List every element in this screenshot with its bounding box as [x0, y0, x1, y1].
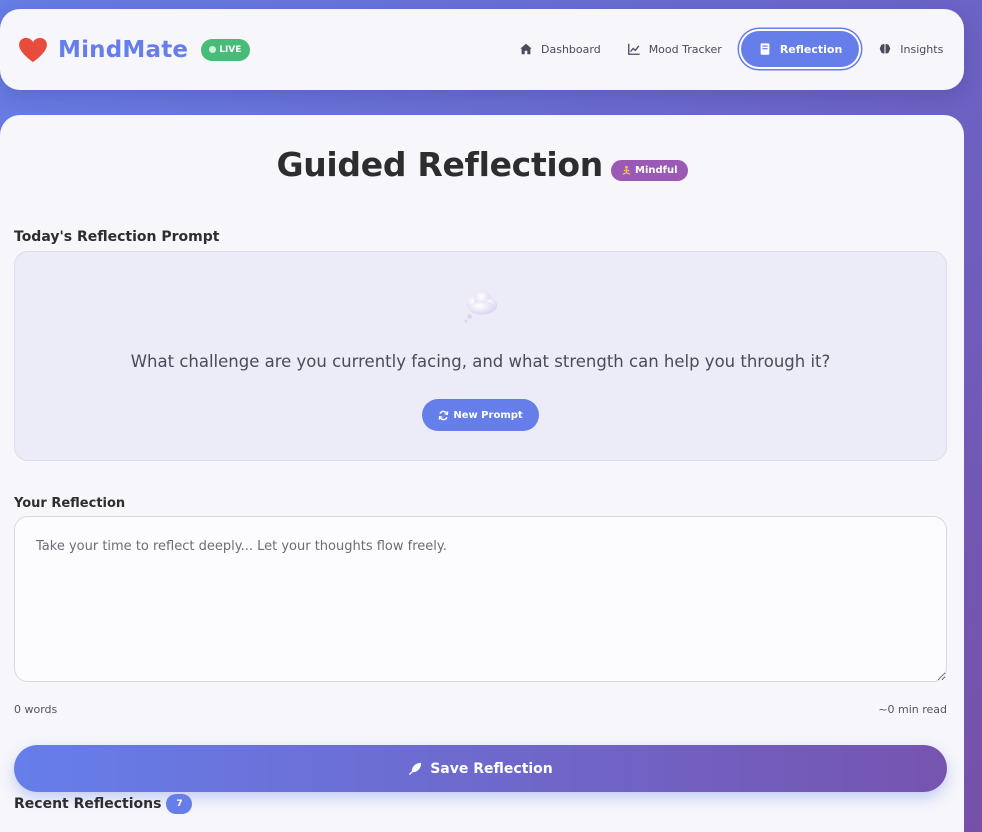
- brand-name: MindMate: [58, 36, 189, 63]
- top-navbar: MindMate LIVE Dashboard Mood Tracker Ref…: [0, 9, 964, 90]
- brain-icon: [880, 44, 891, 54]
- recent-reflections-header: Recent Reflections 7: [14, 794, 193, 814]
- thought-bubble-icon: [464, 290, 498, 323]
- heart-icon: [19, 37, 47, 62]
- home-icon: [520, 43, 532, 55]
- reflection-card: Guided Reflection Mindful Today's Reflec…: [0, 115, 964, 832]
- brand[interactable]: MindMate LIVE: [18, 36, 251, 63]
- book-icon: [760, 43, 770, 55]
- mindful-badge-label: Mindful: [635, 165, 678, 176]
- word-count: 0 words: [14, 703, 58, 716]
- new-prompt-label: New Prompt: [453, 409, 523, 421]
- mindful-badge: Mindful: [611, 160, 688, 181]
- live-label: LIVE: [219, 44, 242, 55]
- nav-item-label: Reflection: [779, 42, 843, 56]
- main-nav: Dashboard Mood Tracker Reflection Insigh…: [506, 31, 956, 67]
- meditation-icon: [622, 165, 631, 175]
- chart-line-icon: [627, 43, 640, 55]
- recent-reflections-title: Recent Reflections: [14, 796, 162, 812]
- prompt-section-label: Today's Reflection Prompt: [14, 229, 220, 245]
- live-badge: LIVE: [201, 38, 251, 61]
- nav-item-reflection[interactable]: Reflection: [740, 31, 860, 67]
- nav-item-mood-tracker[interactable]: Mood Tracker: [614, 31, 735, 67]
- nav-item-label: Insights: [900, 42, 944, 56]
- nav-item-label: Mood Tracker: [648, 42, 722, 56]
- save-reflection-button[interactable]: Save Reflection: [14, 745, 947, 792]
- new-prompt-button[interactable]: New Prompt: [422, 399, 539, 431]
- feather-icon: [409, 762, 422, 776]
- live-dot-icon: [209, 46, 217, 53]
- reflection-section-label: Your Reflection: [14, 496, 126, 511]
- read-time: ~0 min read: [878, 703, 947, 716]
- refresh-icon: [439, 410, 449, 420]
- prompt-box: What challenge are you currently facing,…: [14, 251, 947, 461]
- nav-item-insights[interactable]: Insights: [865, 31, 956, 67]
- nav-item-label: Dashboard: [541, 42, 601, 56]
- nav-item-dashboard[interactable]: Dashboard: [506, 31, 614, 67]
- title-row: Guided Reflection Mindful: [0, 145, 964, 184]
- prompt-text: What challenge are you currently facing,…: [130, 352, 831, 371]
- save-reflection-label: Save Reflection: [430, 760, 553, 777]
- reflection-textarea[interactable]: [14, 516, 947, 682]
- page-title: Guided Reflection: [276, 145, 603, 184]
- recent-count-badge: 7: [166, 794, 193, 814]
